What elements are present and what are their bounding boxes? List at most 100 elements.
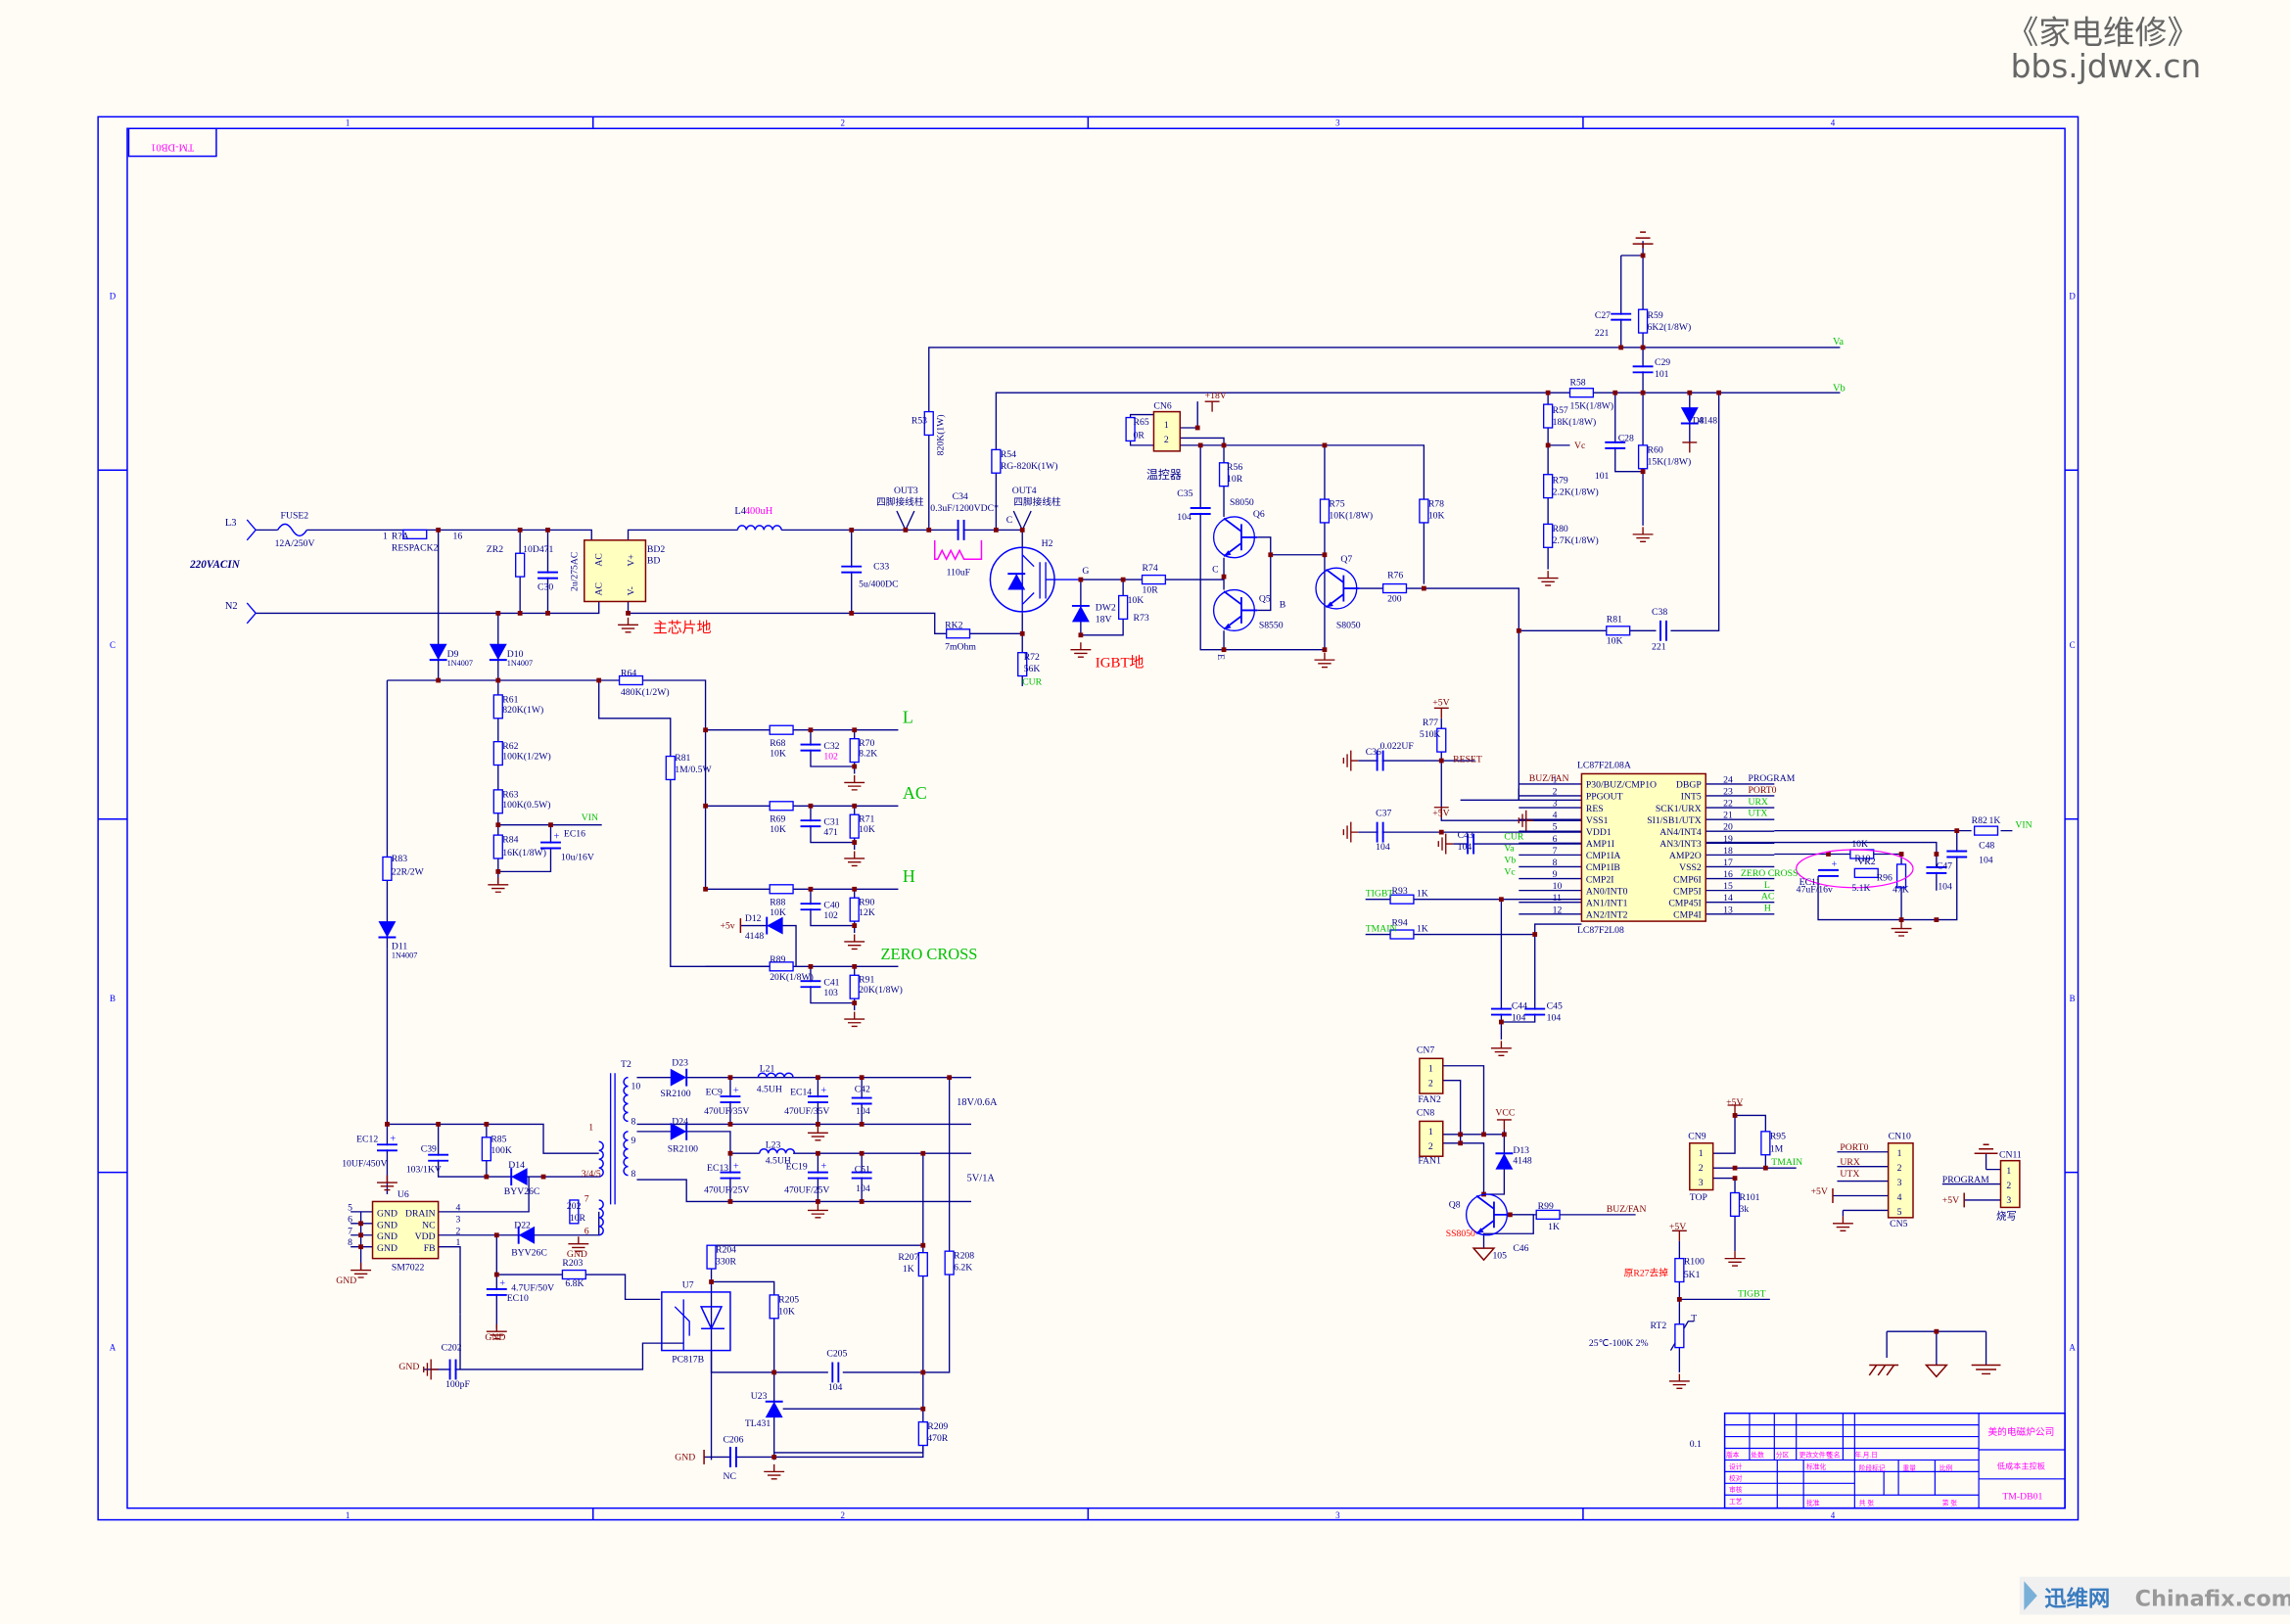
label-parts-R91-0: R91 [859, 975, 874, 986]
label-frame-corner_label: TM-DB01 [151, 142, 194, 153]
junction-dot [493, 1272, 499, 1277]
label-mcu-right_pins-3-num: 21 [1723, 811, 1733, 821]
resistor [991, 448, 1002, 474]
junction-dot [1640, 253, 1646, 258]
label-parts-R60-0: R60 [1648, 444, 1663, 455]
label-parts-R205-0: R205 [778, 1294, 799, 1305]
label-parts-FUSE2-1: 12A/250V [275, 538, 315, 549]
label-mcu-left_pins-8-net: Vc [1504, 866, 1515, 877]
resistor [849, 737, 860, 764]
label-mcu-left_pins-10-num: 11 [1553, 893, 1562, 904]
label-parts-D10-1: 1N4007 [507, 659, 533, 668]
label-parts-R71-0: R71 [859, 814, 874, 825]
label-parts-C41-1: 103 [823, 988, 838, 998]
label-parts-R90-1: 12K [859, 907, 875, 918]
label-mcu-left_pins-9-name: AN0/INT0 [1586, 886, 1628, 897]
label-parts-D22-0: D22 [514, 1220, 531, 1230]
label-parts-CN10-2: 1 [1897, 1148, 1902, 1159]
label-parts-C38-0: C38 [1652, 607, 1667, 618]
label-nets-plus5: +5V [1432, 697, 1449, 708]
label-nets-plus5v_lower: +5v [720, 921, 734, 932]
junction-dot [1322, 442, 1328, 448]
label-title_block-company: 美的电磁炉公司 [1987, 1425, 2054, 1438]
label-parts-R59-1: 6K2(1/8W) [1648, 322, 1692, 333]
capacitor-gap [1605, 442, 1626, 447]
junction-dot [771, 1369, 777, 1375]
label-parts-C41-0: C41 [823, 978, 839, 989]
label-notes-out5: 5V/1A [967, 1174, 996, 1184]
junction-dot [903, 528, 909, 533]
capacitor [957, 519, 965, 540]
label-parts-R203-1: 6.8K [565, 1278, 584, 1289]
label-frame-rows-3: A [2069, 1343, 2076, 1353]
junction-dot [859, 1122, 865, 1127]
plus-sign: + [499, 1278, 505, 1289]
label-parts-R57-0: R57 [1553, 405, 1568, 416]
electrolytic-capacitor [377, 1143, 397, 1152]
label-parts-R85-1: 100K [491, 1145, 512, 1156]
label-parts-R54-1: RG-820K(1W) [1001, 461, 1058, 472]
label-nets-gnd: GND [398, 1362, 419, 1372]
label-parts-C31-1: 471 [823, 827, 838, 838]
junction-dot [1221, 574, 1227, 580]
label-parts-CN11-3: 3 [2006, 1195, 2011, 1206]
label-parts-CN11-2: 2 [2006, 1181, 2011, 1191]
label-notes-r27_note: 原R27去掉 [1624, 1267, 1669, 1279]
label-parts-R89-0: R89 [770, 954, 785, 965]
capacitor-gap [800, 982, 821, 987]
label-mcu-left_pins-6-num: 7 [1553, 846, 1558, 857]
label-mcu-left_pins-11-name: AN2/INT2 [1586, 910, 1628, 921]
label-parts-Q8-0: Q8 [1449, 1199, 1461, 1210]
plus-sign: + [733, 1086, 739, 1096]
resistor [1141, 574, 1167, 585]
label-parts-C202-0: C202 [442, 1343, 462, 1354]
label-parts-R204-0: R204 [716, 1245, 736, 1256]
label-parts-C51-1: 104 [856, 1183, 870, 1194]
label-parts-R10-0: R10 [1854, 854, 1870, 864]
junction-dot [709, 1279, 714, 1284]
label-parts-T2-7: 7 [584, 1193, 589, 1204]
junction-dot [1019, 528, 1025, 533]
resistor [1637, 308, 1649, 334]
label-nets-e: E [1215, 654, 1226, 660]
label-parts-D24-1: SR2100 [668, 1144, 698, 1155]
electrolytic-capacitor [1818, 868, 1839, 877]
label-parts-U6-10: 5 [348, 1202, 352, 1213]
junction-dot [1499, 1019, 1504, 1025]
label-mcu-right_pins-10-num: 14 [1723, 893, 1733, 904]
label-parts-D14-1: BYV26C [504, 1186, 540, 1197]
resistor [515, 552, 526, 578]
label-parts-R53-0: R53 [911, 416, 927, 427]
label-parts-BD2-1: BD [647, 556, 660, 567]
label-parts-U6-4: GND [377, 1231, 397, 1242]
label-parts-R70-0: R70 [859, 738, 874, 749]
label-nets-plus5: +5V [1811, 1186, 1828, 1197]
label-title_block-approve: 批准 [1806, 1499, 1820, 1508]
label-parts-R65-0: R65 [1134, 417, 1149, 428]
label-frame-rows-1: C [110, 640, 116, 650]
resistor [769, 801, 794, 812]
label-parts-C32-1: 102 [823, 752, 838, 763]
capacitor-gap [540, 843, 561, 848]
label-nets-plus5: +5V [1432, 809, 1449, 819]
resistor [1853, 867, 1879, 879]
label-parts-C206-0: C206 [723, 1435, 743, 1446]
label-frame-columns-3: 4 [1831, 117, 1836, 127]
label-nets-gnd: GND [675, 1452, 695, 1462]
label-parts-H2-0: H2 [1042, 538, 1053, 549]
label-mcu-left_pins-7-num: 8 [1553, 858, 1558, 868]
label-parts-Q7-0: Q7 [1340, 554, 1352, 565]
junction-dot [852, 886, 858, 892]
label-parts-U6-6: DRAIN [405, 1208, 436, 1219]
label-parts-BD2-2: AC [594, 553, 605, 566]
label-parts-VR2-1: 10K [1851, 839, 1868, 850]
label-parts-BD2-0: BD2 [647, 544, 665, 555]
label-parts-CN8-3: 2 [1428, 1141, 1433, 1152]
junction-dot [1458, 1132, 1464, 1137]
label-parts-CN7-3: 2 [1428, 1079, 1433, 1090]
junction-dot [358, 1232, 363, 1238]
label-mcu-right_pins-11-net: H [1764, 904, 1771, 914]
label-mcu-right_pins-3-net: UTX [1748, 809, 1767, 819]
label-parts-EC14-0: EC14 [790, 1088, 812, 1098]
junction-dot [993, 528, 999, 533]
